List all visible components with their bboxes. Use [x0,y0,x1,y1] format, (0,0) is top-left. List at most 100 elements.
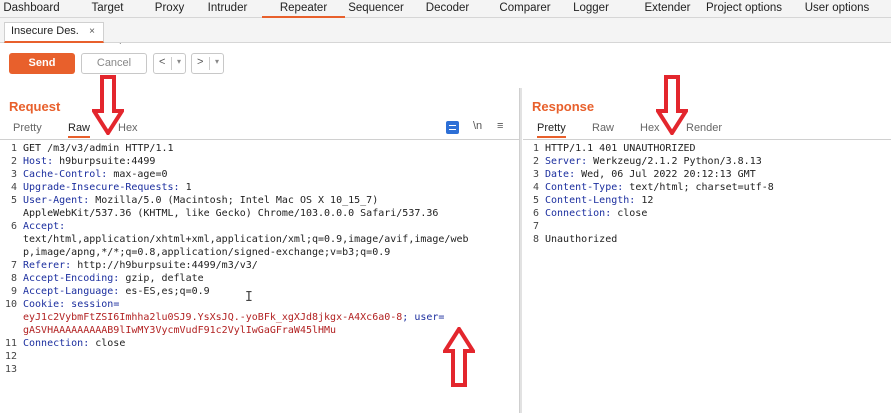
header-name: Cookie: [23,299,72,310]
history-back-button[interactable]: < ▾ [153,53,186,74]
repeater-tab-label: Insecure Des. [11,25,79,37]
divider [209,57,210,70]
header-name: ; user= [402,312,445,323]
request-editor[interactable]: 1 GET /m3/v3/admin HTTP/1.1 2 Host: h9burps… [3,142,517,402]
request-tab-raw[interactable]: Raw [68,122,91,138]
code-line: Date: Wed, 06 Jul 2022 20:12:13 GMT [545,168,756,181]
code-text: p,image/apng,*/*;q=0.8,application/signe… [23,247,391,258]
code-line: text/html,application/xhtml+xml,applicat… [23,233,469,246]
code-text: gzip, deflate [125,273,204,284]
code-text: Unauthorized [545,234,618,245]
code-text: 12 [641,195,654,206]
line-number: 13 [4,364,17,375]
line-number: 7 [532,221,539,232]
annotation-arrow-up-icon [443,327,475,387]
main-tab-dashboard[interactable]: Dashboard [0,0,63,18]
response-tab-render[interactable]: Render [686,122,722,138]
code-line: Host: h9burpsuite:4499 [23,155,155,168]
line-number: 3 [10,169,17,180]
annotation-arrow-down-icon [656,75,688,135]
cancel-button[interactable]: Cancel [81,53,147,74]
close-icon[interactable]: × [89,23,95,40]
repeater-tab-insecure-des[interactable]: Insecure Des. × [4,22,104,43]
main-tab-logger[interactable]: Logger [565,0,617,18]
code-text: GET /m3/v3/admin HTTP/1.1 [23,143,174,154]
line-number: 6 [532,208,539,219]
request-tabs-divider [0,139,519,140]
code-line: GET /m3/v3/admin HTTP/1.1 [23,142,174,155]
main-tab-proxy[interactable]: Proxy [142,0,197,18]
code-text: text/html; charset=utf-8 [629,182,774,193]
code-line: Connection: close [23,337,125,350]
response-tab-raw[interactable]: Raw [592,122,614,138]
request-tab-pretty[interactable]: Pretty [13,122,42,138]
line-number: 1 [532,143,539,154]
main-tab-sequencer[interactable]: Sequencer [343,0,409,18]
repeater-toolbar: Send Cancel < ▾ > ▾ [0,44,891,86]
code-line: Accept: [23,220,65,233]
header-name: Upgrade-Insecure-Requests: [23,182,186,193]
repeater-tab-bar: Insecure Des. × + [0,18,891,56]
code-line: Unauthorized [545,233,617,246]
line-number: 5 [532,195,539,206]
code-line: User-Agent: Mozilla/5.0 (Macintosh; Inte… [23,194,378,207]
main-tab-project-options[interactable]: Project options [700,0,788,18]
line-number: 10 [4,299,17,310]
header-name: Accept-Language: [23,286,126,297]
code-text: max-age=0 [113,169,168,180]
line-number: 12 [4,351,17,362]
header-name: Cache-Control: [23,169,114,180]
main-tab-intruder[interactable]: Intruder [200,0,255,18]
header-name: Connection: [23,338,96,349]
header-name: User-Agent: [23,195,96,206]
code-text: h9burpsuite:4499 [59,156,156,167]
code-line: Upgrade-Insecure-Requests: 1 [23,181,192,194]
line-number: 5 [10,195,17,206]
code-text: close [617,208,648,219]
line-number: 2 [532,156,539,167]
code-line: Referer: http://h9burpsuite:4499/m3/v3/ [23,259,258,272]
divider [171,57,172,70]
header-name: Host: [23,156,60,167]
panel-splitter[interactable] [519,88,522,413]
code-text: Mozilla/5.0 (Macintosh; Intel Mac OS X 1… [95,195,379,206]
code-line: eyJ1c2VybmFtZSI6Imhha2lu0SJ9.YsXsJQ.-yoB… [23,311,444,324]
menu-icon[interactable]: ≡ [497,120,503,132]
request-panel-title: Request [9,99,61,114]
header-name: Date: [545,169,582,180]
code-text: AppleWebKit/537.36 (KHTML, like Gecko) C… [23,208,439,219]
main-tab-user-options[interactable]: User options [800,0,874,18]
code-line: Accept-Language: es-ES,es;q=0.9 [23,285,210,298]
history-forward-button[interactable]: > ▾ [191,53,224,74]
code-line: Content-Length: 12 [545,194,653,207]
pretty-print-toggle-icon[interactable] [446,121,459,134]
response-panel-title: Response [532,99,595,114]
header-name: Referer: [23,260,78,271]
line-number: 1 [10,143,17,154]
newline-toggle-icon[interactable]: \n [473,120,482,132]
response-viewer[interactable]: 1 HTTP/1.1 401 UNAUTHORIZED 2 Server: Werkz… [525,142,889,262]
code-line: AppleWebKit/537.36 (KHTML, like Gecko) C… [23,207,438,220]
code-text: close [95,338,126,349]
line-number: 8 [10,273,17,284]
main-tab-comparer[interactable]: Comparer [490,0,560,18]
code-text: http://h9burpsuite:4499/m3/v3/ [77,260,258,271]
chevron-down-icon: ▾ [214,57,219,66]
send-button[interactable]: Send [9,53,75,74]
header-name: Accept-Encoding: [23,273,126,284]
main-tab-repeater[interactable]: Repeater [262,0,345,18]
main-tab-extender[interactable]: Extender [630,0,705,18]
cookie-value: eyJ1c2VybmFtZSI6Imhha2lu0SJ9.YsXsJQ.-yoB… [23,312,403,323]
chevron-down-icon: ▾ [176,57,181,66]
line-number: 6 [10,221,17,232]
line-number: 4 [532,182,539,193]
header-name: session= [71,299,120,310]
chevron-right-icon: > [197,56,204,68]
header-name: Content-Length: [545,195,642,206]
code-line: HTTP/1.1 401 UNAUTHORIZED [545,142,696,155]
main-tab-target[interactable]: Target [80,0,135,18]
response-tab-pretty[interactable]: Pretty [537,122,566,138]
header-name: Server: [545,156,594,167]
code-line: p,image/apng,*/*;q=0.8,application/signe… [23,246,390,259]
main-tab-decoder[interactable]: Decoder [420,0,475,18]
